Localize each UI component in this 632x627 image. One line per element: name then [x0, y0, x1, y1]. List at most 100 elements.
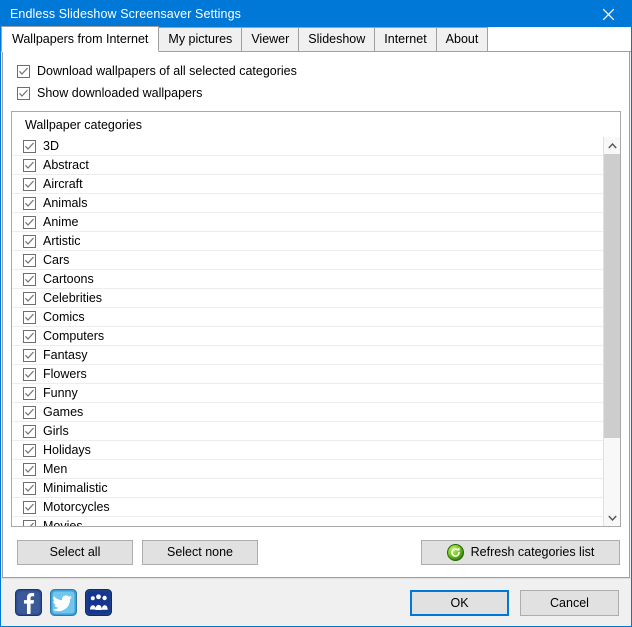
category-row[interactable]: Movies	[12, 517, 603, 526]
tab-label: About	[446, 32, 479, 46]
check-icon	[24, 483, 35, 494]
facebook-icon[interactable]	[15, 589, 42, 616]
check-icon	[24, 521, 35, 526]
category-checkbox[interactable]	[23, 406, 36, 419]
category-checkbox[interactable]	[23, 197, 36, 210]
tab-page-wallpapers: Download wallpapers of all selected cate…	[2, 52, 630, 578]
option-download-all-categories[interactable]: Download wallpapers of all selected cate…	[17, 62, 621, 81]
category-label: Funny	[43, 386, 78, 400]
checkbox-show-downloaded-wallpapers[interactable]	[17, 87, 30, 100]
twitter-icon[interactable]	[50, 589, 77, 616]
category-row[interactable]: Aircraft	[12, 175, 603, 194]
check-icon	[18, 66, 29, 77]
categories-scrollbar[interactable]	[603, 137, 620, 526]
check-icon	[24, 502, 35, 513]
tab-label: My pictures	[168, 32, 232, 46]
tab-label: Viewer	[251, 32, 289, 46]
category-checkbox[interactable]	[23, 387, 36, 400]
select-none-button[interactable]: Select none	[142, 540, 258, 565]
option-show-downloaded-wallpapers[interactable]: Show downloaded wallpapers	[17, 84, 621, 103]
category-row[interactable]: Fantasy	[12, 346, 603, 365]
category-row[interactable]: Comics	[12, 308, 603, 327]
category-row[interactable]: Abstract	[12, 156, 603, 175]
category-row[interactable]: Artistic	[12, 232, 603, 251]
category-row[interactable]: Games	[12, 403, 603, 422]
category-checkbox[interactable]	[23, 520, 36, 526]
tab-slideshow[interactable]: Slideshow	[298, 27, 375, 51]
refresh-categories-button[interactable]: Refresh categories list	[421, 540, 620, 565]
category-label: Holidays	[43, 443, 91, 457]
category-label: Games	[43, 405, 83, 419]
category-row[interactable]: Motorcycles	[12, 498, 603, 517]
category-row[interactable]: Anime	[12, 213, 603, 232]
category-row[interactable]: Girls	[12, 422, 603, 441]
category-label: Fantasy	[43, 348, 87, 362]
category-checkbox[interactable]	[23, 444, 36, 457]
check-icon	[24, 350, 35, 361]
category-row[interactable]: Animals	[12, 194, 603, 213]
scrollbar-thumb[interactable]	[604, 154, 620, 438]
social-links	[15, 589, 112, 616]
chevron-down-icon	[608, 515, 617, 521]
category-checkbox[interactable]	[23, 254, 36, 267]
scroll-up-button[interactable]	[604, 137, 620, 154]
category-checkbox[interactable]	[23, 311, 36, 324]
category-checkbox[interactable]	[23, 292, 36, 305]
checkbox-download-all-categories[interactable]	[17, 65, 30, 78]
scroll-down-button[interactable]	[604, 509, 620, 526]
check-icon	[24, 369, 35, 380]
category-row[interactable]: Celebrities	[12, 289, 603, 308]
category-row[interactable]: Minimalistic	[12, 479, 603, 498]
check-icon	[24, 255, 35, 266]
wallpaper-categories-group: Wallpaper categories 3DAbstractAircraftA…	[11, 111, 621, 527]
category-row[interactable]: 3D	[12, 137, 603, 156]
tab-internet[interactable]: Internet	[374, 27, 436, 51]
category-checkbox[interactable]	[23, 216, 36, 229]
category-checkbox[interactable]	[23, 482, 36, 495]
category-checkbox[interactable]	[23, 178, 36, 191]
category-checkbox[interactable]	[23, 235, 36, 248]
category-checkbox[interactable]	[23, 140, 36, 153]
tab-wallpapers-from-internet[interactable]: Wallpapers from Internet	[1, 26, 159, 52]
scrollbar-track[interactable]	[604, 154, 620, 509]
category-checkbox[interactable]	[23, 425, 36, 438]
settings-window: Endless Slideshow Screensaver Settings W…	[0, 0, 632, 627]
category-checkbox[interactable]	[23, 159, 36, 172]
category-row[interactable]: Cartoons	[12, 270, 603, 289]
tab-viewer[interactable]: Viewer	[241, 27, 299, 51]
categories-list[interactable]: 3DAbstract Aircraft Animals Anime Artistic Ca…	[12, 137, 603, 526]
check-icon	[18, 88, 29, 99]
category-checkbox[interactable]	[23, 501, 36, 514]
cancel-button[interactable]: Cancel	[520, 590, 619, 616]
close-button[interactable]	[586, 1, 631, 27]
select-all-button[interactable]: Select all	[17, 540, 133, 565]
category-checkbox[interactable]	[23, 349, 36, 362]
category-row[interactable]: Cars	[12, 251, 603, 270]
check-icon	[24, 407, 35, 418]
tab-label: Wallpapers from Internet	[12, 32, 148, 46]
category-label: Comics	[43, 310, 85, 324]
category-checkbox[interactable]	[23, 368, 36, 381]
category-checkbox[interactable]	[23, 463, 36, 476]
category-label: Aircraft	[43, 177, 83, 191]
option-label: Show downloaded wallpapers	[37, 86, 202, 100]
category-checkbox[interactable]	[23, 273, 36, 286]
category-label: Girls	[43, 424, 69, 438]
category-row[interactable]: Men	[12, 460, 603, 479]
category-row[interactable]: Computers	[12, 327, 603, 346]
check-icon	[24, 141, 35, 152]
tab-about[interactable]: About	[436, 27, 489, 51]
tab-strip: Wallpapers from Internet My pictures Vie…	[1, 27, 631, 52]
myspace-icon[interactable]	[85, 589, 112, 616]
category-label: Artistic	[43, 234, 81, 248]
tab-my-pictures[interactable]: My pictures	[158, 27, 242, 51]
category-label: Anime	[43, 215, 78, 229]
category-row[interactable]: Funny	[12, 384, 603, 403]
ok-button[interactable]: OK	[410, 590, 509, 616]
chevron-up-icon	[608, 143, 617, 149]
category-checkbox[interactable]	[23, 330, 36, 343]
window-title: Endless Slideshow Screensaver Settings	[1, 7, 241, 21]
title-bar: Endless Slideshow Screensaver Settings	[1, 1, 631, 27]
category-row[interactable]: Flowers	[12, 365, 603, 384]
category-row[interactable]: Holidays	[12, 441, 603, 460]
